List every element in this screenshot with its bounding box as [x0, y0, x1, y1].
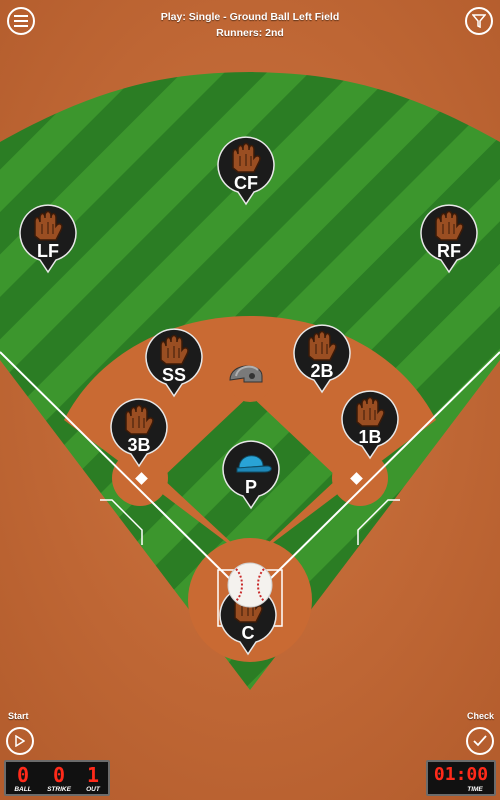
- strike-label: STRIKE: [47, 786, 71, 793]
- strike-count: 0: [52, 763, 66, 787]
- checkmark-icon: [473, 735, 487, 747]
- check-button[interactable]: [466, 727, 494, 755]
- out-count: 1: [86, 763, 100, 787]
- count-scoreboard: 0 0 1 BALL STRIKE OUT: [4, 760, 110, 796]
- play-icon: [15, 735, 25, 747]
- position-label-p: P: [245, 477, 257, 497]
- filter-button[interactable]: [465, 7, 493, 35]
- start-label: Start: [8, 711, 29, 721]
- position-label-c: C: [242, 623, 255, 643]
- timer-value: 01:00: [433, 764, 489, 785]
- baseball-field: LF CF RF SS 2B 3B 1B P C: [0, 0, 500, 800]
- position-label-rf: RF: [437, 241, 461, 261]
- position-label-1b: 1B: [358, 427, 381, 447]
- position-label-cf: CF: [234, 173, 258, 193]
- hamburger-menu-icon: [14, 15, 28, 27]
- position-label-3b: 3B: [127, 435, 150, 455]
- out-label: OUT: [86, 786, 100, 793]
- baseball-icon[interactable]: [227, 562, 273, 608]
- funnel-filter-icon: [472, 14, 486, 28]
- play-header: Play: Single - Ground Ball Left Field Ru…: [0, 9, 500, 41]
- ball-label: BALL: [14, 786, 32, 793]
- play-text: Play: Single - Ground Ball Left Field: [160, 11, 340, 23]
- position-label-ss: SS: [162, 365, 186, 385]
- menu-button[interactable]: [7, 7, 35, 35]
- timer-display: 01:00 TIME: [426, 760, 496, 796]
- start-button[interactable]: [6, 727, 34, 755]
- position-label-2b: 2B: [310, 361, 333, 381]
- position-label-lf: LF: [37, 241, 59, 261]
- timer-label: TIME: [467, 786, 483, 793]
- runners-text: Runners: 2nd: [216, 27, 284, 39]
- check-label: Check: [467, 711, 495, 721]
- ball-count: 0: [16, 763, 30, 787]
